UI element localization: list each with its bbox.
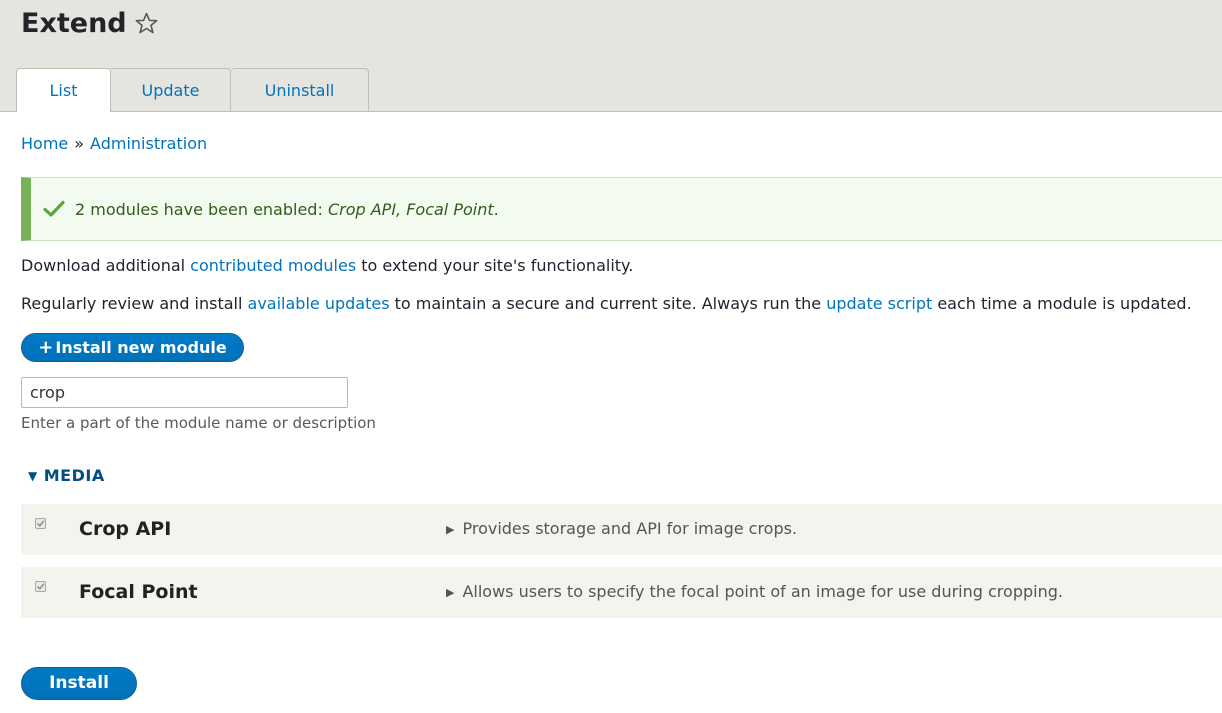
status-modules: Crop API, Focal Point [327,200,494,219]
tab-list[interactable]: List [16,68,111,112]
status-prefix: 2 modules have been enabled: [75,200,328,219]
module-description: Provides storage and API for image crops… [462,519,798,538]
page-title: Extend [21,8,127,39]
module-row-focal-point: Focal Point ▶ Allows users to specify the… [21,567,1222,618]
intro-p2-mid: to maintain a secure and current site. A… [389,294,827,313]
group-toggle-media[interactable]: ▼ MEDIA [28,466,105,487]
triangle-right-icon: ▶ [446,523,455,536]
triangle-down-icon: ▼ [28,469,38,483]
checkmark-icon [37,583,45,590]
breadcrumb-home-link[interactable]: Home [21,134,68,153]
module-checkbox-focal-point[interactable] [35,581,46,592]
module-filter-input[interactable] [21,377,348,408]
intro-p1-tail: to extend your site's functionality. [356,256,634,275]
intro-p2-tail: each time a module is updated. [932,294,1192,313]
module-description-toggle[interactable]: ▶ Provides storage and API for image crop… [446,519,797,541]
available-updates-link[interactable]: available updates [248,294,390,313]
plus-icon: + [38,337,54,358]
breadcrumb-separator: » [74,134,85,153]
group-title: MEDIA [43,466,105,485]
star-icon[interactable] [134,11,159,36]
module-description-toggle[interactable]: ▶ Allows users to specify the focal point… [446,582,1063,604]
intro-p1-text: Download additional [21,256,191,275]
module-name: Crop API [79,518,172,540]
status-message: 2 modules have been enabled: Crop API, F… [21,177,1222,241]
breadcrumb: Home » Administration [21,134,207,154]
status-suffix: . [493,200,499,219]
contributed-modules-link[interactable]: contributed modules [190,256,356,275]
intro-paragraph-2: Regularly review and install available u… [21,294,1192,314]
triangle-right-icon: ▶ [446,586,455,599]
filter-description: Enter a part of the module name or descr… [21,414,376,432]
breadcrumb-administration-link[interactable]: Administration [90,134,207,153]
status-text: 2 modules have been enabled: Crop API, F… [75,200,499,220]
module-name: Focal Point [79,581,198,603]
update-script-link[interactable]: update script [826,294,932,313]
module-checkbox-crop-api[interactable] [35,518,46,529]
checkmark-icon [37,520,45,527]
install-new-module-label: Install new module [55,338,227,357]
tab-uninstall[interactable]: Uninstall [231,68,369,111]
checkmark-icon [43,200,65,217]
install-button[interactable]: Install [21,667,137,700]
module-row-crop-api: Crop API ▶ Provides storage and API for i… [21,504,1222,555]
module-description: Allows users to specify the focal point … [462,582,1063,601]
install-new-module-button[interactable]: + Install new module [21,333,244,362]
intro-paragraph-1: Download additional contributed modules … [21,256,633,276]
intro-p2-text: Regularly review and install [21,294,248,313]
tab-update[interactable]: Update [111,68,231,111]
